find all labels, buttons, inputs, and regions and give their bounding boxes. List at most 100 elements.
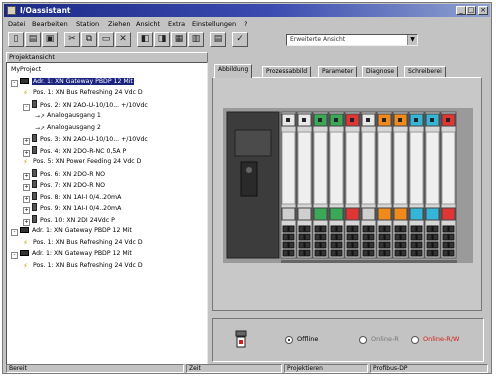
tree-node-label: Pos. 9: XN 1AI-I 0/4..20mA [40,205,122,212]
tree-node[interactable]: ⚡ Pos. 5: XN Power Feeding 24 Vdc D [23,157,141,167]
terminal-screw [378,233,385,241]
tab-schreiberei[interactable]: Schreiberei [404,66,446,77]
close-button[interactable]: × [478,6,488,15]
terminal-screw [400,233,407,241]
module-lower-cap [329,207,344,221]
tree-node[interactable]: →↗ Analogausgang 2 [35,123,101,133]
new-file-icon[interactable]: ▯ [8,32,24,47]
app-icon [7,6,16,15]
view-select[interactable]: Erweiterte Ansicht ▼ [286,34,418,46]
terminal-screw [298,249,305,257]
tab-diagnose[interactable]: Diagnose [362,66,399,77]
menu-station[interactable]: Station [76,20,99,28]
tree-node[interactable]: + Pos. 9: XN 1AI-I 0/4..20mA [23,203,122,214]
tree-node[interactable]: + Pos. 4: XN 2DO-R-NC 0,5A P [23,145,126,157]
menu-ansicht[interactable]: Ansicht [136,20,160,28]
open-folder-icon[interactable]: ▤ [25,32,41,47]
tree-node[interactable]: + Pos. 6: XN 2DO-R NO [23,168,105,180]
menu-ziehen[interactable]: Ziehen [108,20,131,28]
move-left-icon[interactable]: ◧ [137,32,153,47]
tree-node[interactable]: - Adr. 1: XN Gateway PBDP 12 Mit [11,77,134,87]
menu-extra[interactable]: Extra [168,20,185,28]
expand-icon[interactable]: + [23,149,30,157]
move-right-icon[interactable]: ◨ [154,32,170,47]
expand-icon[interactable]: + [23,138,30,145]
radio-offline[interactable] [285,336,293,344]
tree-node-label: Pos. 8: XN 1AI-I 0/4..20mA [40,193,122,201]
tree-node-label: Adr. 1: XN Gateway PBDP 12 Mit [32,250,132,257]
title-bar[interactable]: I/Oassistant _ □ × [4,4,490,17]
terminal-screw [426,225,433,233]
module-face [297,131,312,205]
tree-node[interactable]: ⚡ Pos. 1: XN Bus Refreshing 24 Vdc D [23,238,143,248]
tab-abbildung[interactable]: Abbildung [214,64,253,78]
terminal-screw [362,249,369,257]
tree-node[interactable]: + Pos. 10: XN 2DI 24Vdc P [23,214,115,226]
tree-node-label: Pos. 1: XN Bus Refreshing 24 Vdc D [33,238,143,246]
expand-icon[interactable]: + [23,195,30,203]
tree-node[interactable]: ⚡ Pos. 1: XN Bus Refreshing 24 Vdc D [23,88,143,98]
radio-online-r[interactable] [359,336,367,344]
terminal-screw [394,225,401,233]
tab-parameter[interactable]: Parameter [318,66,358,77]
expand-icon[interactable]: + [23,184,30,191]
maximize-button[interactable]: □ [466,6,476,15]
minimize-button[interactable]: _ [456,6,466,15]
radio-online-rw[interactable] [411,336,419,344]
module-lower-cap [281,207,296,221]
menu-datei[interactable]: Datei [8,20,25,28]
menu-einstellungen[interactable]: Einstellungen [192,20,236,28]
terminal-screw [346,225,353,233]
collapse-icon[interactable]: - [11,229,18,236]
terminal-screw [330,241,337,249]
menu-bearbeiten[interactable]: Bearbeiten [32,20,68,28]
paste-icon[interactable]: ▭ [98,32,114,47]
check-icon[interactable]: ✓ [232,32,248,47]
tree-node[interactable]: + Pos. 8: XN 1AI-I 0/4..20mA [23,191,122,203]
tree-node[interactable]: - Adr. 1: XN Gateway PBDP 12 Mit [11,249,132,259]
collapse-icon[interactable]: - [23,103,30,111]
terminal-screw [400,225,407,233]
module-icon [32,214,37,223]
gateway-icon [20,250,29,256]
tree-node[interactable]: + Pos. 3: XN 2AO-U-10/10... +/10Vdc [23,134,148,145]
tree-node[interactable]: - Adr. 1: XN Gateway PBDP 12 Mit [11,226,132,236]
module-icon [32,203,37,211]
terminal-screw [448,233,455,241]
tree-node[interactable]: - Pos. 2: XN 2AO-U-10/10... +/10Vdc [23,99,148,111]
tree-node-label: MyProject [11,66,42,73]
module-face [425,131,440,205]
station-canvas[interactable] [212,77,482,311]
gateway-icon [20,227,29,233]
terminal-screw [442,225,449,233]
project-tree[interactable]: MyProject - Adr. 1: XN Gateway PBDP 12 Mit… [6,62,208,364]
terminal-screw [304,249,311,257]
save-icon[interactable]: ▣ [42,32,58,47]
terminal-screw [320,241,327,249]
tree-node[interactable]: ⚡ Pos. 1: XN Bus Refreshing 24 Vdc D [23,261,143,271]
module-face [361,131,376,205]
delete-icon[interactable]: ✕ [115,32,131,47]
tree-node[interactable]: + Pos. 7: XN 2DO-R NO [23,180,105,191]
expand-icon[interactable]: + [23,218,30,226]
tree-node-label: Pos. 5: XN Power Feeding 24 Vdc D [33,158,142,165]
terminal-screw [368,249,375,257]
tree-node-label: Adr. 1: XN Gateway PBDP 12 Mit [32,227,132,234]
tree-node[interactable]: →↗ Analogausgang 1 [35,111,101,121]
expand-icon[interactable]: + [23,172,30,180]
collapse-icon[interactable]: - [11,79,18,87]
station-icon[interactable]: ▦ [171,32,187,47]
rack-icon[interactable]: ▥ [188,32,204,47]
copy-icon[interactable]: ⧉ [81,32,97,47]
print-icon[interactable]: ▤ [210,32,226,47]
analog-output-icon: →↗ [35,124,46,132]
chevron-down-icon[interactable]: ▼ [407,35,417,45]
cut-icon[interactable]: ✂ [64,32,80,47]
module-icon [32,99,37,108]
tab-prozessabbild[interactable]: Prozessabbild [262,66,312,77]
tree-node[interactable]: MyProject [11,65,41,75]
terminal-screw [426,241,433,249]
menu-help[interactable]: ? [244,20,247,28]
collapse-icon[interactable]: - [11,252,18,259]
expand-icon[interactable]: + [23,207,30,214]
